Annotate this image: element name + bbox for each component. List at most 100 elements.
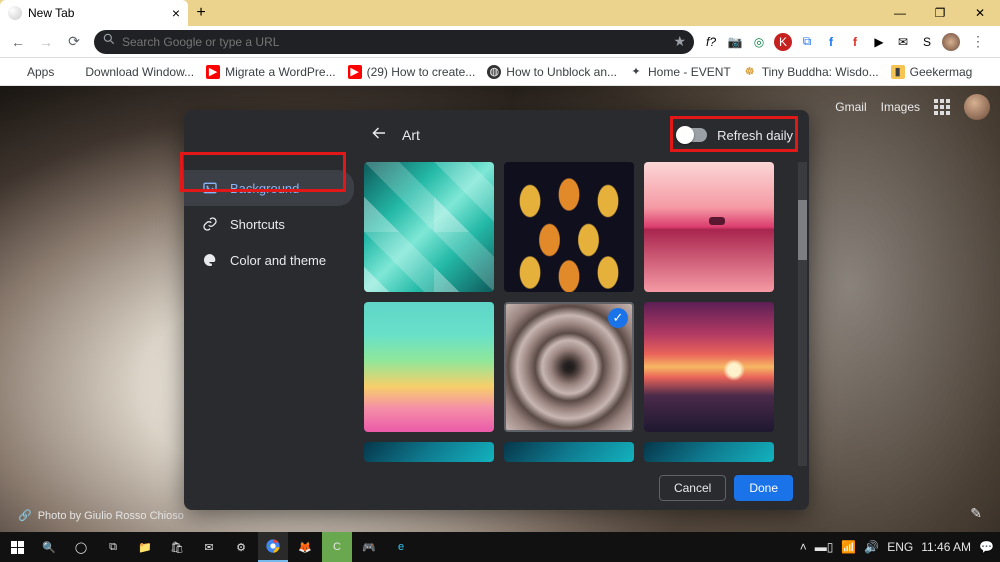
extension-icon[interactable]: S <box>918 33 936 51</box>
bookmark-item[interactable]: ▶ Migrate a WordPre... <box>206 65 335 79</box>
cancel-button[interactable]: Cancel <box>659 475 726 501</box>
chrome-menu-button[interactable]: ⋮ <box>966 30 990 54</box>
windows-taskbar: 🔍 ◯ ⧉ 📁 🛍 ✉ ⚙ 🦊 C 🎮 e ˄ ▬▯ 📶 🔊 ENG 11:46… <box>0 532 1000 562</box>
start-button[interactable] <box>2 532 32 562</box>
bookmarks-bar: Apps Download Window... ▶ Migrate a Word… <box>0 58 1000 86</box>
chrome-icon[interactable] <box>258 532 288 562</box>
wallpaper-tile[interactable] <box>644 162 774 292</box>
check-icon: ✓ <box>608 308 628 328</box>
windows-icon <box>66 65 80 79</box>
cortana-icon[interactable]: ◯ <box>66 532 96 562</box>
app-icon[interactable]: 🦊 <box>290 532 320 562</box>
gmail-link[interactable]: Gmail <box>835 100 866 114</box>
attribution-text: Photo by Giulio Rosso Chioso <box>38 510 184 522</box>
language-indicator[interactable]: ENG <box>887 540 913 554</box>
battery-icon[interactable]: ▬▯ <box>815 540 834 554</box>
wallpaper-tile[interactable] <box>644 302 774 432</box>
dialog-main: Art Refresh daily ✓ <box>354 110 809 466</box>
refresh-daily-label: Refresh daily <box>717 128 793 143</box>
gallery-scrollbar[interactable] <box>798 162 807 466</box>
wallpaper-tile[interactable] <box>364 302 494 432</box>
bookmark-label: How to Unblock an... <box>506 65 617 79</box>
store-icon[interactable]: 🛍 <box>162 532 192 562</box>
account-avatar[interactable] <box>964 94 990 120</box>
extension-icon[interactable]: ⧉ <box>798 33 816 51</box>
apps-shortcut[interactable]: Apps <box>8 65 54 79</box>
google-apps-icon[interactable] <box>934 99 950 115</box>
extension-icon[interactable]: ▶ <box>870 33 888 51</box>
tray-chevron-icon[interactable]: ˄ <box>800 540 807 554</box>
browser-tab[interactable]: New Tab × <box>0 0 188 26</box>
bookmark-item[interactable]: ✦ Home - EVENT <box>629 65 731 79</box>
notifications-icon[interactable]: 💬 <box>979 540 994 554</box>
nav-back-button[interactable]: ← <box>6 30 30 54</box>
wallpaper-tile[interactable] <box>644 442 774 462</box>
omnibox-input[interactable] <box>122 35 667 49</box>
settings-icon[interactable]: ⚙ <box>226 532 256 562</box>
clock[interactable]: 11:46 AM <box>921 540 971 554</box>
extension-icon[interactable]: 📷 <box>726 33 744 51</box>
wallpaper-tile[interactable] <box>504 442 634 462</box>
wallpaper-tile[interactable] <box>364 162 494 292</box>
sidebar-label: Background <box>230 181 299 196</box>
done-button[interactable]: Done <box>734 475 793 501</box>
profile-avatar-icon[interactable] <box>942 33 960 51</box>
image-icon <box>202 180 218 196</box>
bookmark-item[interactable]: Download Window... <box>66 65 194 79</box>
mail-icon[interactable]: ✉ <box>194 532 224 562</box>
link-icon: 🔗 <box>18 509 32 522</box>
bookmark-item[interactable]: ▶ (29) How to create... <box>348 65 476 79</box>
wifi-icon[interactable]: 📶 <box>841 540 856 554</box>
bookmark-label: (29) How to create... <box>367 65 476 79</box>
wallpaper-tile[interactable] <box>504 162 634 292</box>
back-arrow-icon[interactable] <box>370 124 388 147</box>
customize-dialog: Background Shortcuts Color and theme Art… <box>184 110 809 510</box>
new-tab-button[interactable]: + <box>188 0 214 26</box>
file-explorer-icon[interactable]: 📁 <box>130 532 160 562</box>
refresh-daily-toggle[interactable] <box>677 128 707 142</box>
sidebar-item-background[interactable]: Background <box>184 170 354 206</box>
task-view-icon[interactable]: ⧉ <box>98 532 128 562</box>
extension-icon[interactable]: ✉ <box>894 33 912 51</box>
buddha-icon: ☸ <box>743 65 757 79</box>
wallpaper-tile[interactable] <box>364 442 494 462</box>
extension-icon[interactable]: f <box>822 33 840 51</box>
customize-button[interactable]: ✎ <box>970 505 982 522</box>
window-minimize-button[interactable]: — <box>880 0 920 26</box>
images-link[interactable]: Images <box>881 100 920 114</box>
wallpaper-tile-selected[interactable]: ✓ <box>504 302 634 432</box>
app-icon[interactable]: 🎮 <box>354 532 384 562</box>
bookmark-item[interactable]: ▮ Geekermag <box>891 65 973 79</box>
extension-icons: f? 📷 ◎ K ⧉ f f ▶ ✉ S ⋮ <box>702 30 994 54</box>
extension-icon[interactable]: ◎ <box>750 33 768 51</box>
extension-icon[interactable]: f <box>846 33 864 51</box>
sidebar-label: Color and theme <box>230 253 326 268</box>
app-icon[interactable]: C <box>322 532 352 562</box>
tab-close-icon[interactable]: × <box>172 5 180 21</box>
youtube-icon: ▶ <box>206 65 220 79</box>
bookmark-item[interactable]: ◍ How to Unblock an... <box>487 65 617 79</box>
nav-reload-button[interactable]: ⟳ <box>62 30 86 54</box>
bookmark-item[interactable]: ☸ Tiny Buddha: Wisdo... <box>743 65 879 79</box>
palette-icon <box>202 252 218 268</box>
window-maximize-button[interactable]: ❐ <box>920 0 960 26</box>
extension-icon[interactable]: K <box>774 33 792 51</box>
search-icon <box>102 32 116 51</box>
scrollbar-thumb[interactable] <box>798 200 807 260</box>
extension-icon[interactable]: f? <box>702 33 720 51</box>
bookmark-label: Download Window... <box>85 65 194 79</box>
bookmark-label: Home - EVENT <box>648 65 731 79</box>
sidebar-label: Shortcuts <box>230 217 285 232</box>
category-title: Art <box>402 127 420 143</box>
search-icon[interactable]: 🔍 <box>34 532 64 562</box>
nav-forward-button[interactable]: → <box>34 30 58 54</box>
volume-icon[interactable]: 🔊 <box>864 540 879 554</box>
window-close-button[interactable]: ✕ <box>960 0 1000 26</box>
bookmark-star-icon[interactable]: ★ <box>673 33 686 50</box>
edge-icon[interactable]: e <box>386 532 416 562</box>
sidebar-item-shortcuts[interactable]: Shortcuts <box>184 206 354 242</box>
link-icon <box>202 216 218 232</box>
tab-favicon <box>8 6 22 20</box>
omnibox[interactable]: ★ <box>94 30 694 54</box>
sidebar-item-color-theme[interactable]: Color and theme <box>184 242 354 278</box>
